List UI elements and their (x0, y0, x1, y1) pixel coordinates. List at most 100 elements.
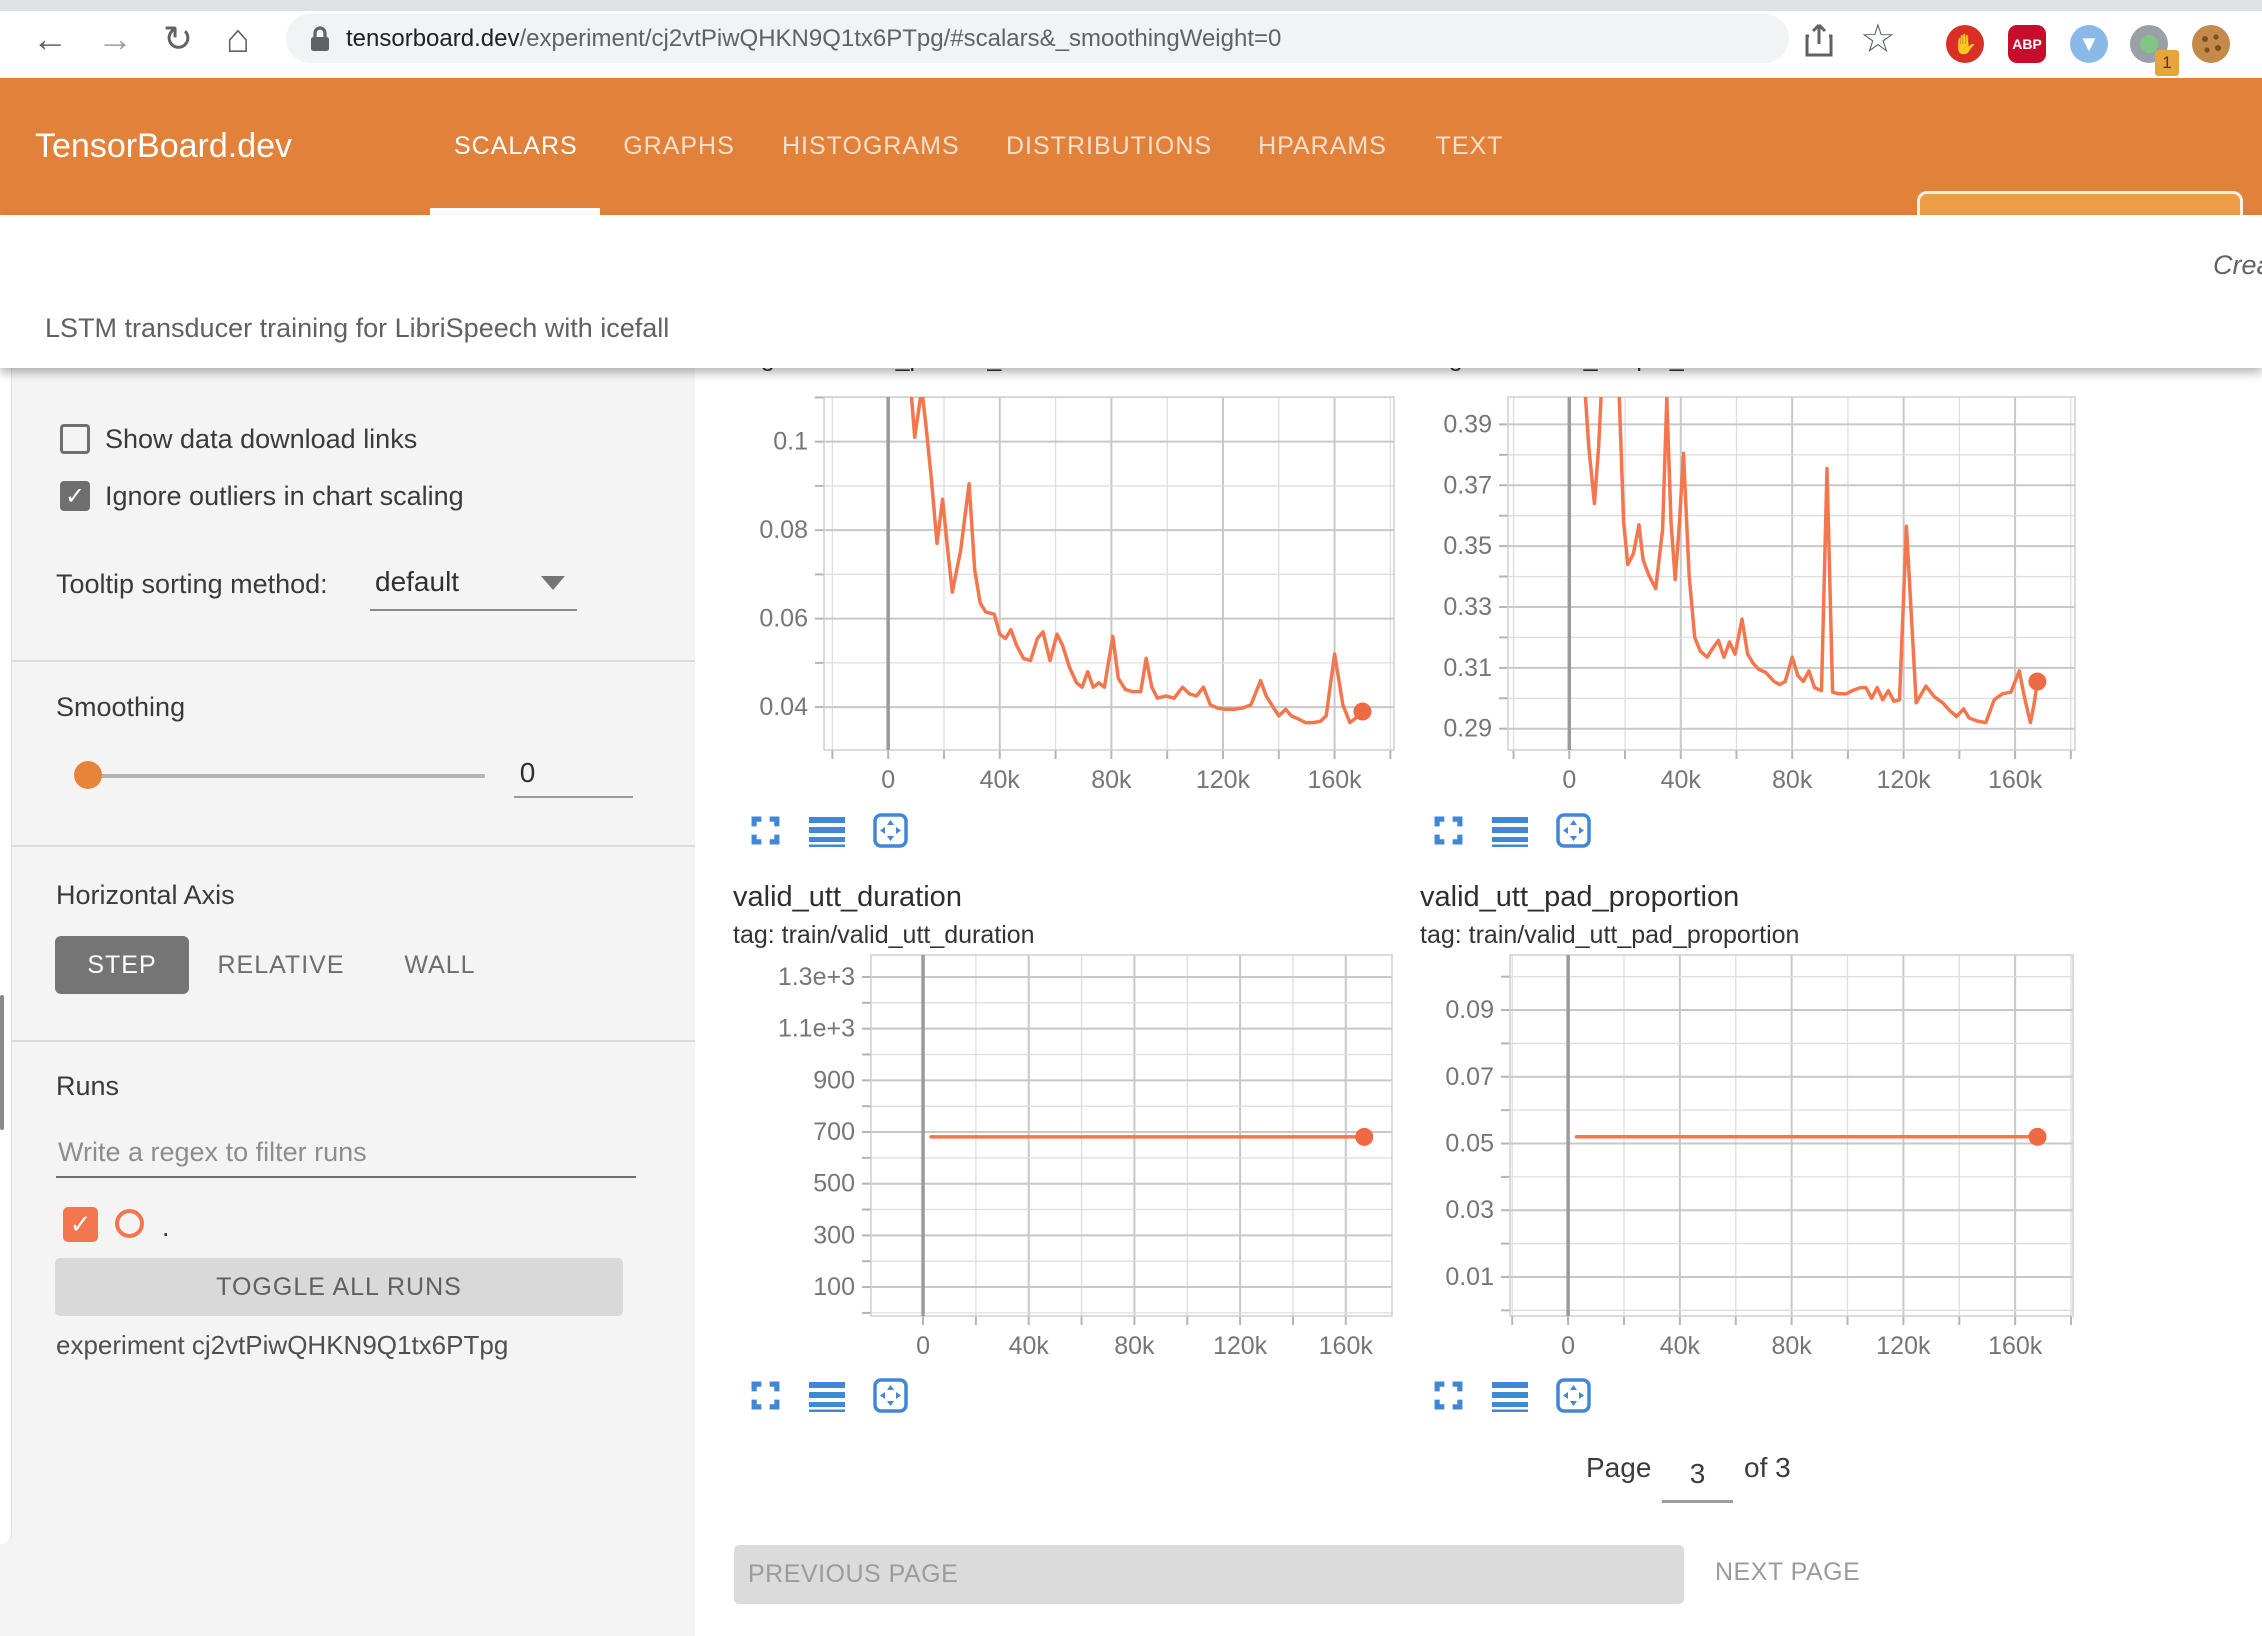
svg-text:160k: 160k (1319, 1332, 1374, 1360)
chevron-down-icon[interactable] (541, 576, 565, 590)
chart-title-valid-utt-duration: valid_utt_duration (733, 881, 962, 914)
expand-chart-icon[interactable] (1433, 1380, 1464, 1411)
page-number-input[interactable]: 3 (1662, 1458, 1733, 1490)
svg-text:900: 900 (813, 1066, 855, 1094)
chart-plot-2: 0 40k 80k 120k 160k 100 300 500 700 900 1.1e+3 1.3e… (778, 955, 1392, 1360)
svg-text:40k: 40k (1661, 766, 1702, 794)
svg-text:120k: 120k (1877, 766, 1932, 794)
page-input-underline (1662, 1500, 1733, 1503)
chart-plot-0: 040k80k120k160k0.040.060.080.1 (759, 384, 1394, 794)
expand-chart-icon[interactable] (1433, 815, 1464, 846)
svg-text:120k: 120k (1213, 1332, 1268, 1360)
axis-relative-button[interactable]: RELATIVE (210, 936, 352, 994)
smoothing-slider-track[interactable] (88, 774, 485, 778)
tooltip-sorting-underline (370, 609, 577, 611)
svg-text:0: 0 (881, 766, 895, 794)
fit-domain-icon[interactable] (873, 1378, 908, 1413)
svg-text:160k: 160k (1988, 766, 2043, 794)
svg-text:300: 300 (813, 1221, 855, 1249)
sidebar-scrollbar[interactable] (0, 995, 4, 1130)
svg-text:0.09: 0.09 (1445, 996, 1494, 1024)
svg-text:0.37: 0.37 (1443, 471, 1492, 499)
chart-toolbar-0 (750, 813, 908, 848)
svg-text:0.07: 0.07 (1445, 1063, 1494, 1091)
y-axis-scale-icon[interactable] (1492, 815, 1528, 847)
svg-text:0.33: 0.33 (1443, 593, 1492, 621)
tooltip-sorting-select[interactable]: default (375, 565, 459, 598)
y-axis-scale-icon[interactable] (1492, 1380, 1528, 1412)
fit-domain-icon[interactable] (1556, 1378, 1591, 1413)
smoothing-value-underline (514, 796, 633, 798)
svg-text:1.1e+3: 1.1e+3 (778, 1015, 855, 1043)
svg-text:40k: 40k (1660, 1332, 1701, 1360)
next-page-button[interactable]: NEXT PAGE (1715, 1558, 1860, 1587)
axis-step-button[interactable]: STEP (55, 936, 189, 994)
previous-page-button[interactable]: PREVIOUS PAGE (734, 1545, 1684, 1604)
divider (12, 1040, 695, 1042)
fit-domain-icon[interactable] (1556, 813, 1591, 848)
svg-text:0.31: 0.31 (1443, 654, 1492, 682)
chart-plot-1: 040k80k120k160k0.290.310.330.350.370.39 (1443, 364, 2075, 795)
svg-text:120k: 120k (1196, 766, 1251, 794)
fit-domain-icon[interactable] (873, 813, 908, 848)
horizontal-axis-label: Horizontal Axis (56, 879, 235, 912)
svg-text:80k: 80k (1091, 766, 1132, 794)
runs-label: Runs (56, 1070, 119, 1103)
page-label: Page (1586, 1452, 1651, 1484)
toggle-all-runs-button[interactable]: TOGGLE ALL RUNS (55, 1258, 623, 1316)
svg-text:40k: 40k (1009, 1332, 1050, 1360)
page-of-label: of 3 (1744, 1452, 1791, 1484)
svg-text:0: 0 (1562, 766, 1576, 794)
experiment-title-bar: Crea LSTM transducer training for LibriS… (0, 215, 2262, 368)
svg-text:120k: 120k (1876, 1332, 1931, 1360)
sidebar-left-strip (0, 368, 12, 1544)
y-axis-scale-icon[interactable] (809, 1380, 845, 1412)
svg-text:700: 700 (813, 1118, 855, 1146)
screen: ← → ↻ ⌂ tensorboard.dev/experiment/cj2vt… (0, 0, 2262, 1636)
svg-text:0: 0 (916, 1332, 930, 1360)
svg-text:80k: 80k (1114, 1332, 1155, 1360)
run-name: . (162, 1211, 170, 1244)
svg-text:500: 500 (813, 1170, 855, 1198)
svg-text:1.3e+3: 1.3e+3 (778, 963, 855, 991)
runs-filter-input[interactable] (56, 1128, 636, 1178)
svg-text:40k: 40k (980, 766, 1021, 794)
smoothing-label: Smoothing (56, 691, 185, 724)
chart-tag-valid-utt-pad-proportion: tag: train/valid_utt_pad_proportion (1420, 921, 1799, 950)
show-download-links-label: Show data download links (105, 423, 417, 456)
clipped-created-text: Crea (2213, 250, 2262, 281)
tooltip-sorting-label: Tooltip sorting method: (56, 568, 328, 601)
ignore-outliers-checkbox[interactable]: ✓ (60, 481, 90, 511)
expand-chart-icon[interactable] (750, 1380, 781, 1411)
svg-text:160k: 160k (1988, 1332, 2043, 1360)
svg-text:80k: 80k (1771, 1332, 1812, 1360)
smoothing-value-input[interactable]: 0 (505, 756, 550, 789)
svg-text:0.05: 0.05 (1445, 1130, 1494, 1158)
chart-toolbar-3 (1433, 1378, 1591, 1413)
axis-wall-button[interactable]: WALL (390, 936, 490, 994)
smoothing-slider-thumb[interactable] (74, 761, 102, 789)
svg-text:0.35: 0.35 (1443, 532, 1492, 560)
experiment-id-label: experiment cj2vtPiwQHKN9Q1tx6PTpg (56, 1330, 508, 1361)
svg-text:160k: 160k (1307, 766, 1362, 794)
show-download-links-checkbox[interactable] (60, 424, 90, 454)
expand-chart-icon[interactable] (750, 815, 781, 846)
svg-text:0: 0 (1561, 1332, 1575, 1360)
run-color-swatch[interactable] (115, 1209, 144, 1238)
divider (12, 660, 695, 662)
svg-text:100: 100 (813, 1273, 855, 1301)
svg-text:0.03: 0.03 (1445, 1196, 1494, 1224)
settings-sidebar: Show data download links ✓ Ignore outlie… (0, 368, 695, 1636)
ignore-outliers-label: Ignore outliers in chart scaling (105, 480, 464, 513)
chart-tag-valid-utt-duration: tag: train/valid_utt_duration (733, 921, 1035, 950)
run-checkbox[interactable]: ✓ (63, 1207, 98, 1242)
svg-text:0.01: 0.01 (1445, 1263, 1494, 1291)
y-axis-scale-icon[interactable] (809, 815, 845, 847)
chart-title-valid-utt-pad-proportion: valid_utt_pad_proportion (1420, 881, 1739, 914)
svg-text:0.06: 0.06 (759, 605, 808, 633)
svg-text:0.29: 0.29 (1443, 715, 1492, 743)
svg-text:80k: 80k (1772, 766, 1813, 794)
svg-text:0.04: 0.04 (759, 693, 808, 721)
divider (12, 845, 695, 847)
chart-toolbar-2 (750, 1378, 908, 1413)
